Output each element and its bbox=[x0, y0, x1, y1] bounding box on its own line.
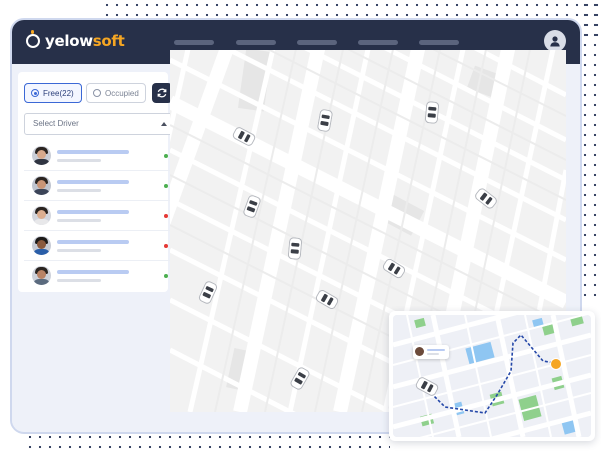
status-dot bbox=[164, 214, 168, 218]
popup-avatar bbox=[415, 347, 424, 356]
popup-subtext-placeholder bbox=[427, 353, 439, 355]
driver-detail-placeholder bbox=[57, 189, 101, 192]
destination-pin-icon bbox=[550, 358, 562, 370]
status-dot bbox=[164, 154, 168, 158]
nav-link-3[interactable] bbox=[297, 40, 337, 45]
car-icon[interactable] bbox=[287, 237, 303, 260]
driver-detail-placeholder bbox=[57, 159, 101, 162]
driver-avatar bbox=[32, 176, 51, 195]
driver-panel: Free(22) Occupied Select Driver bbox=[18, 72, 174, 292]
driver-row[interactable] bbox=[24, 261, 174, 290]
driver-detail-placeholder bbox=[57, 219, 101, 222]
refresh-button[interactable] bbox=[152, 83, 172, 103]
brand-logo[interactable]: yelowsoft bbox=[26, 30, 125, 50]
driver-row[interactable] bbox=[24, 141, 174, 171]
status-dot bbox=[164, 274, 168, 278]
nav-link-5[interactable] bbox=[419, 40, 459, 45]
driver-name-placeholder bbox=[57, 270, 129, 274]
tab-occupied-label: Occupied bbox=[105, 88, 139, 98]
refresh-icon bbox=[157, 88, 167, 98]
logo-pin-icon bbox=[26, 30, 40, 48]
route-preview-map bbox=[393, 315, 591, 437]
status-dot bbox=[164, 184, 168, 188]
brand-name-part2: soft bbox=[92, 32, 125, 50]
decor-dots-right bbox=[580, 0, 601, 300]
tab-free-label: Free(22) bbox=[43, 88, 74, 98]
driver-avatar bbox=[32, 206, 51, 225]
status-dot bbox=[164, 244, 168, 248]
tab-occupied[interactable]: Occupied bbox=[86, 83, 146, 103]
select-driver-placeholder: Select Driver bbox=[33, 119, 79, 128]
driver-avatar bbox=[32, 146, 51, 165]
driver-detail-placeholder bbox=[57, 249, 101, 252]
driver-row[interactable] bbox=[24, 231, 174, 261]
select-driver-dropdown[interactable]: Select Driver bbox=[24, 113, 174, 135]
car-icon[interactable] bbox=[424, 101, 440, 124]
driver-avatar bbox=[32, 236, 51, 255]
nav-link-4[interactable] bbox=[358, 40, 398, 45]
decor-dots-bottom bbox=[25, 432, 390, 452]
driver-row[interactable] bbox=[24, 171, 174, 201]
nav-link-2[interactable] bbox=[236, 40, 276, 45]
driver-avatar bbox=[32, 266, 51, 285]
driver-popup-card bbox=[413, 345, 449, 359]
caret-up-icon bbox=[161, 122, 167, 126]
brand-name-part1: yelow bbox=[45, 32, 93, 50]
driver-detail-placeholder bbox=[57, 279, 101, 282]
popup-text-placeholder bbox=[427, 349, 445, 351]
user-icon bbox=[550, 36, 560, 47]
driver-name-placeholder bbox=[57, 210, 129, 214]
driver-name-placeholder bbox=[57, 150, 129, 154]
route-preview-card[interactable] bbox=[389, 311, 595, 441]
driver-name-placeholder bbox=[57, 240, 129, 244]
tab-free[interactable]: Free(22) bbox=[24, 83, 82, 103]
driver-sidebar: Free(22) Occupied Select Driver bbox=[12, 64, 174, 430]
user-profile-button[interactable] bbox=[544, 30, 566, 52]
radio-selected-icon bbox=[31, 89, 39, 97]
driver-row[interactable] bbox=[24, 201, 174, 231]
nav-link-1[interactable] bbox=[174, 40, 214, 45]
driver-name-placeholder bbox=[57, 180, 129, 184]
radio-unselected-icon bbox=[93, 89, 101, 97]
